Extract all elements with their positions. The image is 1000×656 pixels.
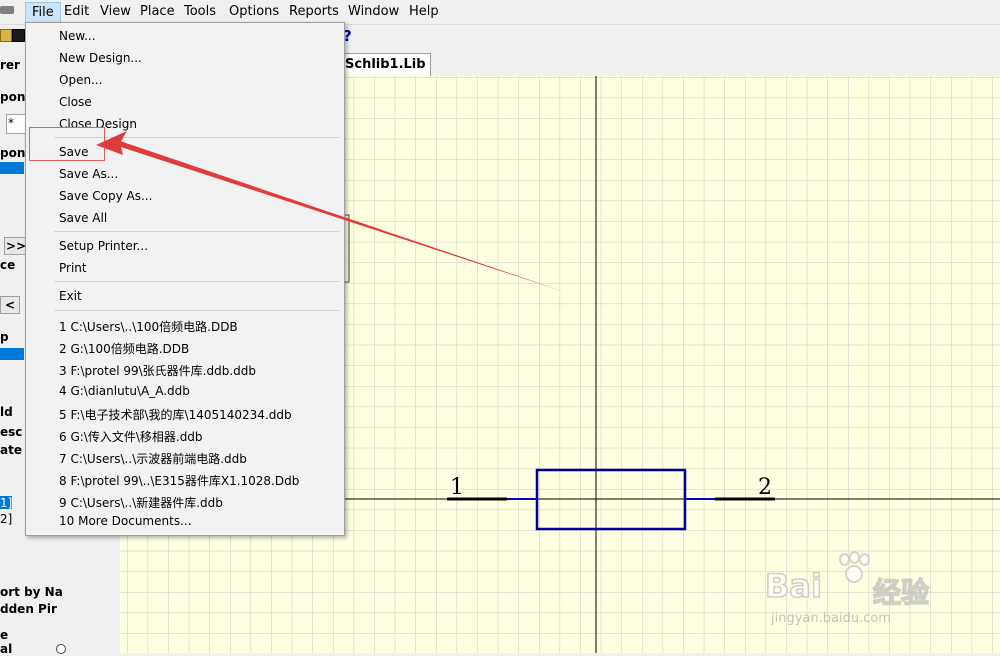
recent-file-2[interactable]: 2 G:\100倍频电路.DDB xyxy=(59,340,189,357)
mask-input-value: * xyxy=(8,116,14,130)
normal-mode-label: al xyxy=(0,642,13,656)
recent-file-3[interactable]: 3 F:\protel 99\张氏器件库.ddb.ddb xyxy=(59,362,256,379)
sort-by-name-checkbox[interactable]: ort by Na xyxy=(0,585,63,599)
watermark-brand: Bai xyxy=(764,566,822,606)
recent-file-9[interactable]: 9 C:\Users\..\新建器件库.ddb xyxy=(59,494,223,511)
menu-tools[interactable]: Tools xyxy=(184,4,216,19)
description-button[interactable]: esc xyxy=(0,425,22,439)
menu-item-exit[interactable]: Exit xyxy=(59,289,82,303)
menu-item-save-all[interactable]: Save All xyxy=(59,211,107,225)
add-button[interactable]: ld xyxy=(0,405,13,419)
menu-item-new-design[interactable]: New Design... xyxy=(59,51,142,65)
pin-1-label: 1 xyxy=(450,475,464,500)
recent-file-4[interactable]: 4 G:\dianlutu\A_A.ddb xyxy=(59,384,190,398)
watermark-url: jingyan.baidu.com xyxy=(771,611,891,626)
menu-edit[interactable]: Edit xyxy=(64,4,89,19)
menu-item-print[interactable]: Print xyxy=(59,261,87,275)
app-menu-icon[interactable] xyxy=(0,6,14,14)
pin-item-2[interactable]: 2] xyxy=(0,512,12,526)
tab-schlib1-lib[interactable]: Schlib1.Lib xyxy=(340,53,431,76)
menu-window[interactable]: Window xyxy=(348,4,399,19)
place-button[interactable]: ce xyxy=(0,258,15,272)
recent-file-1[interactable]: 1 C:\Users\..\100倍频电路.DDB xyxy=(59,318,238,335)
components-heading: pon xyxy=(0,90,26,104)
menu-separator xyxy=(54,310,340,311)
prev-button[interactable]: < xyxy=(0,296,20,314)
recent-file-8[interactable]: 8 F:\protel 99\..\E315器件库X1.1028.Ddb xyxy=(59,472,299,489)
recent-file-5[interactable]: 5 F:\电子技术部\我的库\1405140234.ddb xyxy=(59,406,292,423)
menu-separator xyxy=(54,281,340,282)
menu-item-open[interactable]: Open... xyxy=(59,73,103,87)
menu-item-new[interactable]: New... xyxy=(59,29,96,43)
menu-options[interactable]: Options xyxy=(229,4,279,19)
file-menu-dropdown: New... New Design... Open... Close Close… xyxy=(25,22,345,536)
mode-heading: e xyxy=(0,628,9,642)
menu-view[interactable]: View xyxy=(100,4,131,19)
pin-2-label: 2 xyxy=(758,475,772,500)
menu-file[interactable]: File xyxy=(25,2,61,23)
menu-separator xyxy=(54,231,340,232)
component-list-selected-row[interactable] xyxy=(0,162,24,174)
component-list-header: pon xyxy=(0,146,26,160)
menu-help[interactable]: Help xyxy=(409,4,439,19)
menu-item-close[interactable]: Close xyxy=(59,95,92,109)
menu-item-save-as[interactable]: Save As... xyxy=(59,167,118,181)
save-disk-icon[interactable] xyxy=(12,29,25,42)
recent-file-6[interactable]: 6 G:\传入文件\移相器.ddb xyxy=(59,428,203,445)
menu-item-save-copy-as[interactable]: Save Copy As... xyxy=(59,189,152,203)
panel-tab-explorer[interactable]: rer xyxy=(0,58,20,72)
group-list-selected-row[interactable] xyxy=(0,348,24,360)
menu-place[interactable]: Place xyxy=(140,4,175,19)
paw-logo-icon xyxy=(835,551,871,587)
open-folder-icon[interactable] xyxy=(0,29,12,42)
menu-item-more-documents[interactable]: 10 More Documents... xyxy=(59,514,192,528)
save-highlight-box xyxy=(29,127,105,161)
baidu-jingyan-watermark: Bai 经验 jingyan.baidu.com xyxy=(764,551,985,633)
pin-item-1[interactable]: 1] xyxy=(0,496,12,510)
menu-reports[interactable]: Reports xyxy=(289,4,339,19)
menu-item-setup-printer[interactable]: Setup Printer... xyxy=(59,239,148,253)
recent-file-7[interactable]: 7 C:\Users\..\示波器前端电路.ddb xyxy=(59,450,247,467)
group-heading: p xyxy=(0,330,9,344)
watermark-brand-cn: 经验 xyxy=(872,575,930,610)
hidden-pins-checkbox[interactable]: dden Pir xyxy=(0,602,57,616)
